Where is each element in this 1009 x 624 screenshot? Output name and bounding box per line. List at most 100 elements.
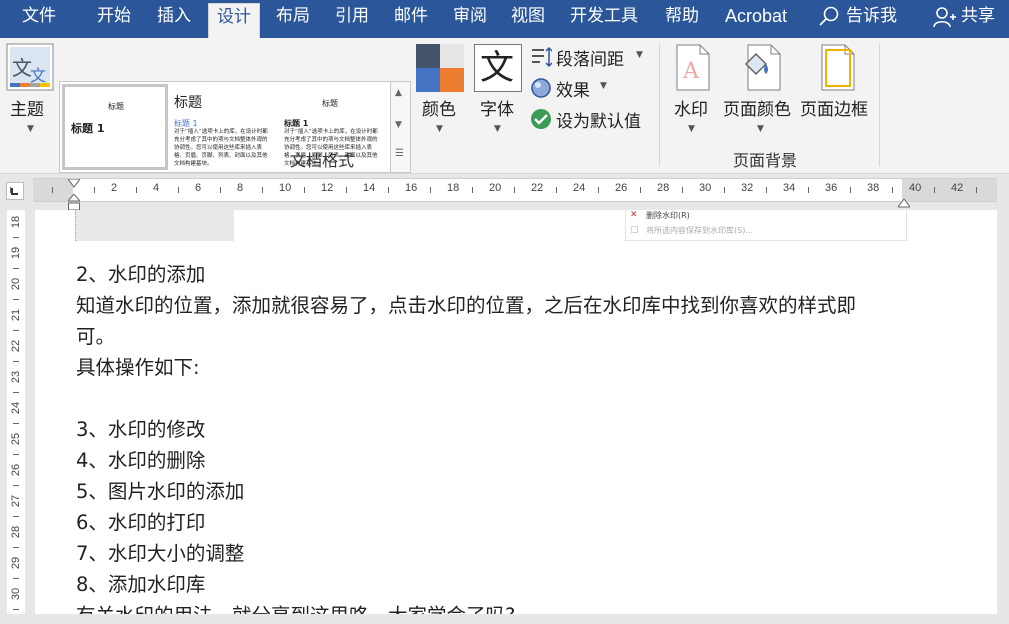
gallery-scroll-up-icon[interactable]: ▲ xyxy=(395,88,402,98)
tab-references[interactable]: 引用 xyxy=(335,0,369,34)
style-set-item-2[interactable]: 标题 标题 1 对于“插入”选项卡上的库，在设计时都充分考虑了其中的项与文档整体… xyxy=(170,86,272,168)
left-margin-area xyxy=(33,179,73,201)
tab-home[interactable]: 开始 xyxy=(97,0,131,34)
paragraph-spacing-dropdown-icon[interactable]: ▼ xyxy=(636,50,643,60)
tab-review[interactable]: 审阅 xyxy=(453,0,487,34)
checkmark-icon xyxy=(531,109,551,129)
tab-help[interactable]: 帮助 xyxy=(665,0,699,34)
vertical-ruler-tick xyxy=(13,516,19,517)
ruler-number: 18 xyxy=(447,182,460,194)
tab-selector-icon[interactable] xyxy=(6,182,24,200)
font-glyph-icon: 文 xyxy=(480,48,514,88)
tab-file[interactable]: 文件 xyxy=(22,0,56,34)
gallery-scroll-down-icon[interactable]: ▼ xyxy=(395,120,402,130)
tab-insert[interactable]: 插入 xyxy=(157,0,191,34)
style-set-item-1[interactable]: 标题 标题 1 xyxy=(62,84,168,170)
page-color-dropdown-icon[interactable]: ▼ xyxy=(757,124,764,134)
vertical-ruler-tick xyxy=(13,237,19,238)
page-color-icon xyxy=(745,44,781,91)
vertical-ruler-tick xyxy=(13,578,19,579)
style-set-title: 标题 xyxy=(174,95,202,111)
page-color-button[interactable] xyxy=(740,44,784,92)
ruler-tick xyxy=(934,187,935,193)
page-borders-label: 页面边框 xyxy=(800,100,868,120)
tab-design[interactable]: 设计 xyxy=(208,3,260,40)
paragraph-body-continued: 可。 xyxy=(76,325,116,348)
paragraph-heading-7: 7、水印大小的调整 xyxy=(76,542,245,565)
group-separator xyxy=(879,44,880,166)
vertical-ruler-tick xyxy=(13,609,19,610)
ribbon-tab-bar: 文件 开始 插入 设计 布局 引用 邮件 审阅 视图 开发工具 帮助 Acrob… xyxy=(0,0,1009,40)
effects-dropdown-icon[interactable]: ▼ xyxy=(600,81,607,91)
ruler-number: 38 xyxy=(867,182,880,194)
paragraph-spacing-button[interactable]: 段落间距 ▼ xyxy=(530,45,655,70)
ruler-tick xyxy=(136,187,137,193)
ruler-tick xyxy=(766,187,767,193)
vertical-ruler-number: 25 xyxy=(10,432,22,446)
paragraph-heading-5: 5、图片水印的添加 xyxy=(76,480,245,503)
watermark-button[interactable]: A xyxy=(673,44,713,92)
ruler-number: 16 xyxy=(405,182,418,194)
colors-label: 颜色 xyxy=(422,100,456,120)
document-page[interactable]: ✕ 删除水印(R) ▢ 将所选内容保存到水印库(S)... 2、水印的添加 知道… xyxy=(35,210,997,614)
share-person-icon[interactable] xyxy=(932,5,956,29)
vertical-ruler-tick xyxy=(13,454,19,455)
vertical-ruler-number: 26 xyxy=(10,463,22,477)
watermark-dropdown-icon[interactable]: ▼ xyxy=(688,124,695,134)
share-button[interactable]: 共享 xyxy=(961,0,995,34)
vertical-ruler-tick xyxy=(13,547,19,548)
ruler-number: 4 xyxy=(153,182,160,194)
group-label-document-formatting: 文档格式 xyxy=(290,151,355,170)
paragraph-heading-2: 2、水印的添加 xyxy=(76,263,206,286)
svg-text:文: 文 xyxy=(30,66,46,85)
tell-me-box[interactable]: 告诉我 xyxy=(846,0,897,34)
tab-layout[interactable]: 布局 xyxy=(276,0,310,34)
page-borders-icon xyxy=(821,44,855,91)
watermark-label: 水印 xyxy=(674,100,708,120)
first-line-indent-marker[interactable] xyxy=(67,174,81,188)
ruler-tick xyxy=(808,187,809,193)
style-set-gallery: 标题 标题 1 标题 标题 1 对于“插入”选项卡上的库，在设计时都充分考虑了其… xyxy=(59,81,411,173)
vertical-ruler-number: 20 xyxy=(10,277,22,291)
tab-developer[interactable]: 开发工具 xyxy=(570,0,638,34)
horizontal-ruler[interactable]: 2 4 6 8 10 12 14 16 18 20 22 24 26 28 30 32 34 36 38 40 42 xyxy=(10,178,997,202)
ruler-number: 26 xyxy=(615,182,628,194)
ruler-tick xyxy=(304,187,305,193)
tab-acrobat[interactable]: Acrobat xyxy=(725,0,787,34)
ruler-number: 36 xyxy=(825,182,838,194)
colors-dropdown-icon[interactable]: ▼ xyxy=(436,124,443,134)
tab-mailings[interactable]: 邮件 xyxy=(394,0,428,34)
colors-button[interactable] xyxy=(416,44,464,92)
ruler-tick xyxy=(514,187,515,193)
embedded-menu-snippet-image[interactable]: ✕ 删除水印(R) ▢ 将所选内容保存到水印库(S)... xyxy=(625,210,907,241)
vertical-ruler-number: 28 xyxy=(10,525,22,539)
vertical-ruler-tick xyxy=(13,299,19,300)
effects-label: 效果 xyxy=(556,81,590,101)
embedded-screenshot-image[interactable] xyxy=(75,210,234,241)
tab-view[interactable]: 视图 xyxy=(511,0,545,34)
fonts-button[interactable]: 文 xyxy=(474,44,522,92)
style-set-body-text: 对于“插入”选项卡上的库，在设计时都充分考虑了其中的项与文档整体外观的协调性。您… xyxy=(174,129,268,167)
page-borders-button[interactable] xyxy=(818,44,858,92)
gallery-more-icon[interactable]: ☰ xyxy=(395,148,404,159)
paragraph-spacing-icon xyxy=(532,46,552,68)
right-indent-marker[interactable] xyxy=(897,194,911,208)
ruler-tick xyxy=(10,187,11,193)
lightbulb-search-icon[interactable] xyxy=(818,5,840,29)
paragraph-heading-6: 6、水印的打印 xyxy=(76,511,206,534)
colors-icon xyxy=(416,44,464,92)
vertical-ruler[interactable]: 18 19 20 21 22 23 24 25 26 27 28 29 30 xyxy=(7,210,25,614)
themes-icon: 文 文 xyxy=(6,43,54,91)
set-as-default-label: 设为默认值 xyxy=(556,112,641,132)
paragraph-closing: 有关水印的用法，就分享到这里咯，大家学会了吗? xyxy=(76,599,515,614)
group-label-page-background: 页面背景 xyxy=(733,151,798,170)
set-as-default-button[interactable]: 设为默认值 xyxy=(530,107,655,132)
themes-button[interactable]: 文 文 xyxy=(6,43,54,91)
gallery-scrollbar[interactable]: ▲ ▼ ☰ xyxy=(390,82,410,172)
effects-button[interactable]: 效果 ▼ xyxy=(530,76,620,101)
themes-dropdown-icon[interactable]: ▼ xyxy=(27,124,34,134)
ruler-tick xyxy=(976,187,977,193)
paragraph-steps-intro: 具体操作如下: xyxy=(76,356,200,379)
fonts-dropdown-icon[interactable]: ▼ xyxy=(494,124,501,134)
vertical-ruler-number: 19 xyxy=(10,246,22,260)
